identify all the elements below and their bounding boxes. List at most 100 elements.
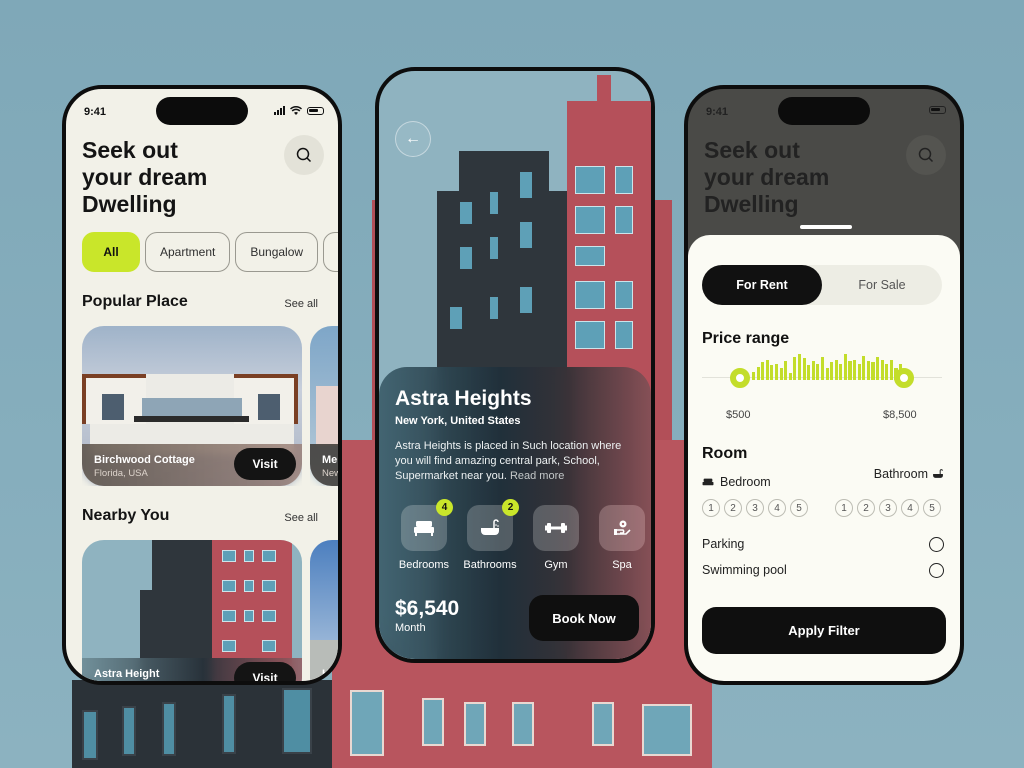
read-more-link[interactable]: Read more	[510, 470, 564, 482]
home-headline-dimmed: Seek out your dream Dwelling	[704, 137, 830, 217]
min-price-handle[interactable]	[730, 368, 750, 388]
histogram-bar	[834, 359, 838, 380]
bedroom-option[interactable]: 2	[724, 499, 742, 517]
dynamic-island	[156, 97, 248, 125]
bathroom-label: Bathroom	[874, 467, 944, 481]
count-badge: 2	[502, 499, 519, 516]
bedroom-option[interactable]: 5	[790, 499, 808, 517]
search-icon	[918, 147, 934, 163]
bathroom-option[interactable]: 5	[923, 499, 941, 517]
histogram-bar	[876, 357, 880, 380]
histogram-bar	[816, 363, 820, 380]
histogram-bar	[853, 359, 857, 380]
property-card-astra[interactable]: Astra Height New York, USA Visit	[82, 540, 302, 685]
histogram-bar	[761, 362, 765, 380]
max-price-label: $8,500	[883, 409, 917, 421]
count-badge: 4	[436, 499, 453, 516]
visit-button[interactable]: Visit	[234, 448, 296, 480]
histogram-bar	[802, 358, 806, 380]
histogram-bar	[793, 357, 797, 380]
histogram-bar	[752, 371, 756, 380]
histogram-bar	[880, 359, 884, 380]
popular-see-all-link[interactable]: See all	[284, 298, 318, 310]
property-detail-panel: Astra Heights New York, United States As…	[379, 367, 651, 659]
visit-button[interactable]: Visit	[234, 662, 296, 681]
histogram-bar	[765, 359, 769, 380]
sheet-drag-handle[interactable]	[800, 225, 852, 229]
battery-icon	[929, 106, 946, 114]
amenities-list: 4 Bedrooms 2 Bathrooms Gym Spa	[391, 499, 651, 571]
book-now-button[interactable]: Book Now	[529, 595, 639, 641]
option-swimming-pool[interactable]: Swimming pool	[702, 563, 944, 578]
histogram-bar	[756, 366, 760, 380]
room-title: Room	[702, 445, 748, 462]
swimming-pool-radio[interactable]	[929, 563, 944, 578]
option-parking[interactable]: Parking	[702, 537, 944, 552]
card-title: Birchwood Cottage	[94, 454, 195, 466]
filter-screen-phone: 9:41 Seek out your dream Dwelling For Re…	[684, 85, 964, 685]
price-value: $6,540	[395, 597, 460, 620]
status-time: 9:41	[706, 106, 729, 118]
property-location: New York, United States	[395, 415, 521, 427]
price-period: Month	[395, 622, 426, 634]
max-price-handle[interactable]	[894, 368, 914, 388]
histogram-bar	[848, 361, 852, 380]
price-range-slider[interactable]	[702, 351, 942, 391]
dynamic-island	[778, 97, 870, 125]
property-description: Astra Heights is placed in Such location…	[395, 440, 622, 482]
tab-for-rent[interactable]: For Rent	[702, 265, 822, 305]
apply-filter-button[interactable]: Apply Filter	[702, 607, 946, 654]
property-card-peek[interactable]: H	[310, 540, 338, 681]
property-card-birchwood[interactable]: Birchwood Cottage Florida, USA Visit	[82, 326, 302, 486]
chip-apartment[interactable]: Apartment	[145, 232, 231, 272]
card-location: New York, USA	[94, 682, 159, 685]
card-title: Astra Height	[94, 668, 160, 680]
status-time: 9:41	[84, 106, 107, 118]
dumbbell-icon	[545, 523, 567, 533]
chip-condo[interactable]: Con	[323, 232, 338, 272]
histogram-bar	[839, 363, 843, 380]
histogram-bar	[857, 363, 861, 380]
histogram-bar	[797, 354, 802, 380]
histogram-bar	[770, 365, 774, 380]
back-button[interactable]: ←	[395, 121, 431, 157]
parking-radio[interactable]	[929, 537, 944, 552]
bathtub-icon	[481, 519, 499, 535]
amenity-spa[interactable]: Spa	[589, 505, 651, 571]
histogram-bar	[784, 361, 788, 380]
bedroom-count-selector: 1 2 3 4 5	[702, 499, 808, 517]
card-title: H	[322, 668, 330, 680]
wifi-icon	[290, 106, 302, 115]
nearby-see-all-link[interactable]: See all	[284, 512, 318, 524]
amenity-bedrooms[interactable]: 4 Bedrooms	[391, 499, 457, 571]
filter-bottom-sheet: For Rent For Sale Price range $500 $8,50…	[688, 235, 960, 681]
bathroom-option[interactable]: 4	[901, 499, 919, 517]
histogram-bar	[820, 357, 824, 380]
home-headline: Seek out your dream Dwelling	[82, 137, 208, 217]
search-icon	[296, 147, 312, 163]
histogram-bar	[889, 359, 893, 380]
chip-all[interactable]: All	[82, 232, 140, 272]
bed-icon	[702, 478, 714, 485]
amenity-gym[interactable]: Gym	[523, 505, 589, 571]
bathroom-option[interactable]: 2	[857, 499, 875, 517]
histogram-bar	[807, 365, 811, 380]
bedroom-option[interactable]: 1	[702, 499, 720, 517]
property-card-peek[interactable]: Me New	[310, 326, 338, 486]
bathroom-option[interactable]: 1	[835, 499, 853, 517]
property-detail-phone: ← Astra Heights New York, United States …	[375, 67, 655, 663]
search-button[interactable]	[284, 135, 324, 175]
bedroom-option[interactable]: 4	[768, 499, 786, 517]
search-button-dimmed	[906, 135, 946, 175]
amenity-bathrooms[interactable]: 2 Bathrooms	[457, 499, 523, 571]
histogram-bar	[811, 361, 815, 380]
chip-bungalow[interactable]: Bungalow	[235, 232, 319, 272]
tab-for-sale[interactable]: For Sale	[822, 265, 942, 305]
price-range-title: Price range	[702, 330, 790, 347]
listing-type-toggle: For Rent For Sale	[702, 265, 942, 305]
bedroom-option[interactable]: 3	[746, 499, 764, 517]
bathroom-option[interactable]: 3	[879, 499, 897, 517]
card-title: Me	[322, 454, 338, 466]
histogram-bar	[830, 362, 834, 380]
histogram-bar	[825, 367, 829, 380]
